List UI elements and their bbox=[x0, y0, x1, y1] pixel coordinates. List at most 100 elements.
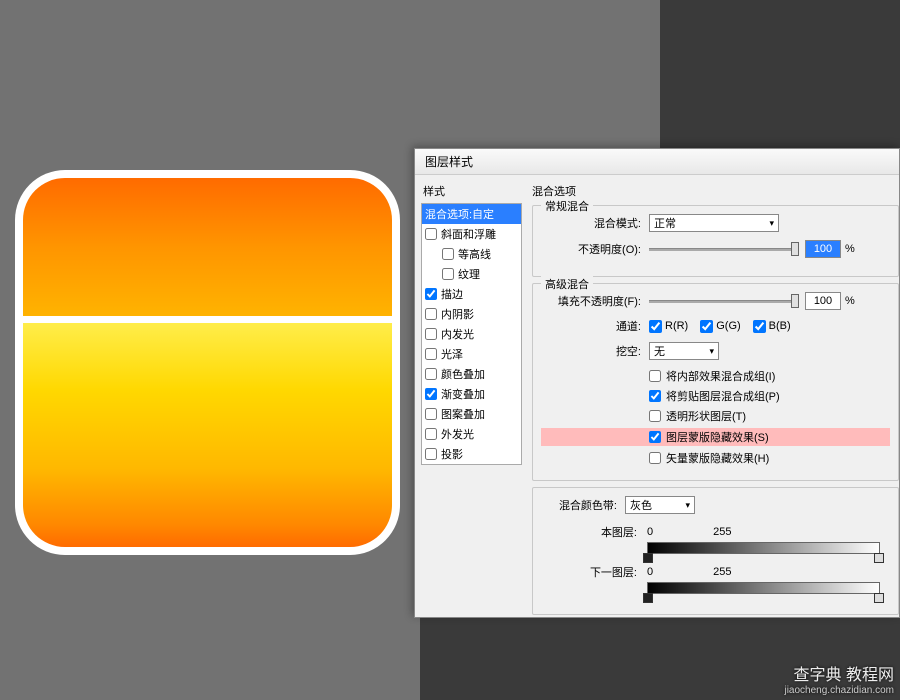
style-label: 描边 bbox=[441, 286, 463, 302]
style-row[interactable]: 纹理 bbox=[422, 264, 521, 284]
fill-thumb[interactable] bbox=[791, 294, 799, 308]
style-row[interactable]: 等高线 bbox=[422, 244, 521, 264]
icon-top-gradient bbox=[23, 178, 392, 316]
canvas-top bbox=[0, 0, 660, 160]
adv-option-label: 透明形状图层(T) bbox=[666, 408, 746, 424]
adv-option-label: 矢量蒙版隐藏效果(H) bbox=[666, 450, 769, 466]
blendif-label: 混合颜色带: bbox=[541, 497, 617, 513]
style-label: 等高线 bbox=[458, 246, 491, 262]
under-lo: 0 bbox=[647, 566, 653, 578]
style-label: 内阴影 bbox=[441, 306, 474, 322]
icon-preview bbox=[15, 170, 400, 555]
style-label: 混合选项:自定 bbox=[425, 206, 494, 222]
channel-g[interactable]: G(G) bbox=[700, 320, 740, 333]
style-label: 颜色叠加 bbox=[441, 366, 485, 382]
style-row[interactable]: 图案叠加 bbox=[422, 404, 521, 424]
adv-option-row[interactable]: 图层蒙版隐藏效果(S) bbox=[541, 428, 890, 446]
style-checkbox[interactable] bbox=[425, 388, 437, 400]
this-lo: 0 bbox=[647, 526, 653, 538]
under-hi: 255 bbox=[713, 566, 731, 578]
adv-option-label: 图层蒙版隐藏效果(S) bbox=[666, 429, 769, 445]
dialog-title[interactable]: 图层样式 bbox=[415, 149, 899, 175]
style-row[interactable]: 光泽 bbox=[422, 344, 521, 364]
adv-option-row[interactable]: 矢量蒙版隐藏效果(H) bbox=[541, 450, 890, 466]
style-row[interactable]: 渐变叠加 bbox=[422, 384, 521, 404]
style-checkbox[interactable] bbox=[425, 368, 437, 380]
style-row[interactable]: 投影 bbox=[422, 444, 521, 464]
style-row[interactable]: 外发光 bbox=[422, 424, 521, 444]
style-row[interactable]: 内发光 bbox=[422, 324, 521, 344]
stop-black[interactable] bbox=[643, 553, 653, 563]
watermark: 查字典 教程网 jiaocheng.chazidian.com bbox=[784, 661, 894, 696]
this-layer-gradient[interactable] bbox=[647, 542, 880, 554]
opacity-unit: % bbox=[845, 243, 855, 255]
channel-g-check[interactable] bbox=[700, 320, 713, 333]
adv-option-check[interactable] bbox=[649, 390, 661, 402]
adv-option-check[interactable] bbox=[649, 410, 661, 422]
style-row[interactable]: 描边 bbox=[422, 284, 521, 304]
icon-bottom-gradient bbox=[23, 323, 392, 547]
adv-option-label: 将内部效果混合成组(I) bbox=[666, 368, 775, 384]
general-blending-group: 常规混合 混合模式: 正常 不透明度(O): % bbox=[532, 205, 899, 277]
knockout-select[interactable]: 无 bbox=[649, 342, 719, 360]
style-row[interactable]: 颜色叠加 bbox=[422, 364, 521, 384]
fill-opacity-slider[interactable] bbox=[649, 294, 799, 308]
stop-white[interactable] bbox=[874, 593, 884, 603]
layer-style-dialog: 图层样式 样式 混合选项:自定斜面和浮雕等高线纹理描边内阴影内发光光泽颜色叠加渐… bbox=[414, 148, 900, 618]
style-checkbox[interactable] bbox=[442, 268, 454, 280]
style-label: 投影 bbox=[441, 446, 463, 462]
style-checkbox[interactable] bbox=[425, 288, 437, 300]
style-checkbox[interactable] bbox=[425, 408, 437, 420]
adv-option-row[interactable]: 将内部效果混合成组(I) bbox=[541, 368, 890, 384]
style-row[interactable]: 斜面和浮雕 bbox=[422, 224, 521, 244]
styles-panel: 样式 混合选项:自定斜面和浮雕等高线纹理描边内阴影内发光光泽颜色叠加渐变叠加图案… bbox=[415, 175, 528, 617]
blendif-select[interactable]: 灰色 bbox=[625, 496, 695, 514]
adv-option-row[interactable]: 将剪贴图层混合成组(P) bbox=[541, 388, 890, 404]
fill-opacity-input[interactable] bbox=[805, 292, 841, 310]
knockout-label: 挖空: bbox=[541, 343, 641, 359]
style-checkbox[interactable] bbox=[425, 428, 437, 440]
style-checkbox[interactable] bbox=[425, 328, 437, 340]
blendif-value: 灰色 bbox=[630, 497, 652, 513]
this-hi: 255 bbox=[713, 526, 731, 538]
advanced-blending-group: 高级混合 填充不透明度(F): % 通道: R(R) G(G) B(B) bbox=[532, 283, 899, 481]
advanced-group-title: 高级混合 bbox=[541, 276, 593, 292]
fill-unit: % bbox=[845, 295, 855, 307]
opacity-slider[interactable] bbox=[649, 242, 799, 256]
style-label: 图案叠加 bbox=[441, 406, 485, 422]
stop-white[interactable] bbox=[874, 553, 884, 563]
style-row[interactable]: 混合选项:自定 bbox=[422, 204, 521, 224]
style-checkbox[interactable] bbox=[425, 448, 437, 460]
style-checkbox[interactable] bbox=[425, 308, 437, 320]
style-label: 内发光 bbox=[441, 326, 474, 342]
watermark-sub: jiaocheng.chazidian.com bbox=[784, 685, 894, 696]
channel-b[interactable]: B(B) bbox=[753, 320, 791, 333]
channels-label: 通道: bbox=[541, 318, 641, 334]
blend-mode-label: 混合模式: bbox=[541, 215, 641, 231]
style-label: 斜面和浮雕 bbox=[441, 226, 496, 242]
fill-opacity-label: 填充不透明度(F): bbox=[541, 293, 641, 309]
blend-mode-select[interactable]: 正常 bbox=[649, 214, 779, 232]
adv-option-check[interactable] bbox=[649, 431, 661, 443]
styles-header: 样式 bbox=[421, 183, 522, 199]
channel-b-check[interactable] bbox=[753, 320, 766, 333]
style-checkbox[interactable] bbox=[425, 348, 437, 360]
channel-r[interactable]: R(R) bbox=[649, 320, 688, 333]
style-label: 光泽 bbox=[441, 346, 463, 362]
knockout-value: 无 bbox=[654, 343, 665, 359]
channel-r-check[interactable] bbox=[649, 320, 662, 333]
opacity-thumb[interactable] bbox=[791, 242, 799, 256]
styles-list[interactable]: 混合选项:自定斜面和浮雕等高线纹理描边内阴影内发光光泽颜色叠加渐变叠加图案叠加外… bbox=[421, 203, 522, 465]
opacity-input[interactable] bbox=[805, 240, 841, 258]
adv-option-label: 将剪贴图层混合成组(P) bbox=[666, 388, 780, 404]
style-row[interactable]: 内阴影 bbox=[422, 304, 521, 324]
under-layer-gradient[interactable] bbox=[647, 582, 880, 594]
adv-option-check[interactable] bbox=[649, 452, 661, 464]
adv-option-check[interactable] bbox=[649, 370, 661, 382]
adv-option-row[interactable]: 透明形状图层(T) bbox=[541, 408, 890, 424]
opacity-label: 不透明度(O): bbox=[541, 241, 641, 257]
stop-black[interactable] bbox=[643, 593, 653, 603]
style-checkbox[interactable] bbox=[425, 228, 437, 240]
style-checkbox[interactable] bbox=[442, 248, 454, 260]
style-label: 外发光 bbox=[441, 426, 474, 442]
